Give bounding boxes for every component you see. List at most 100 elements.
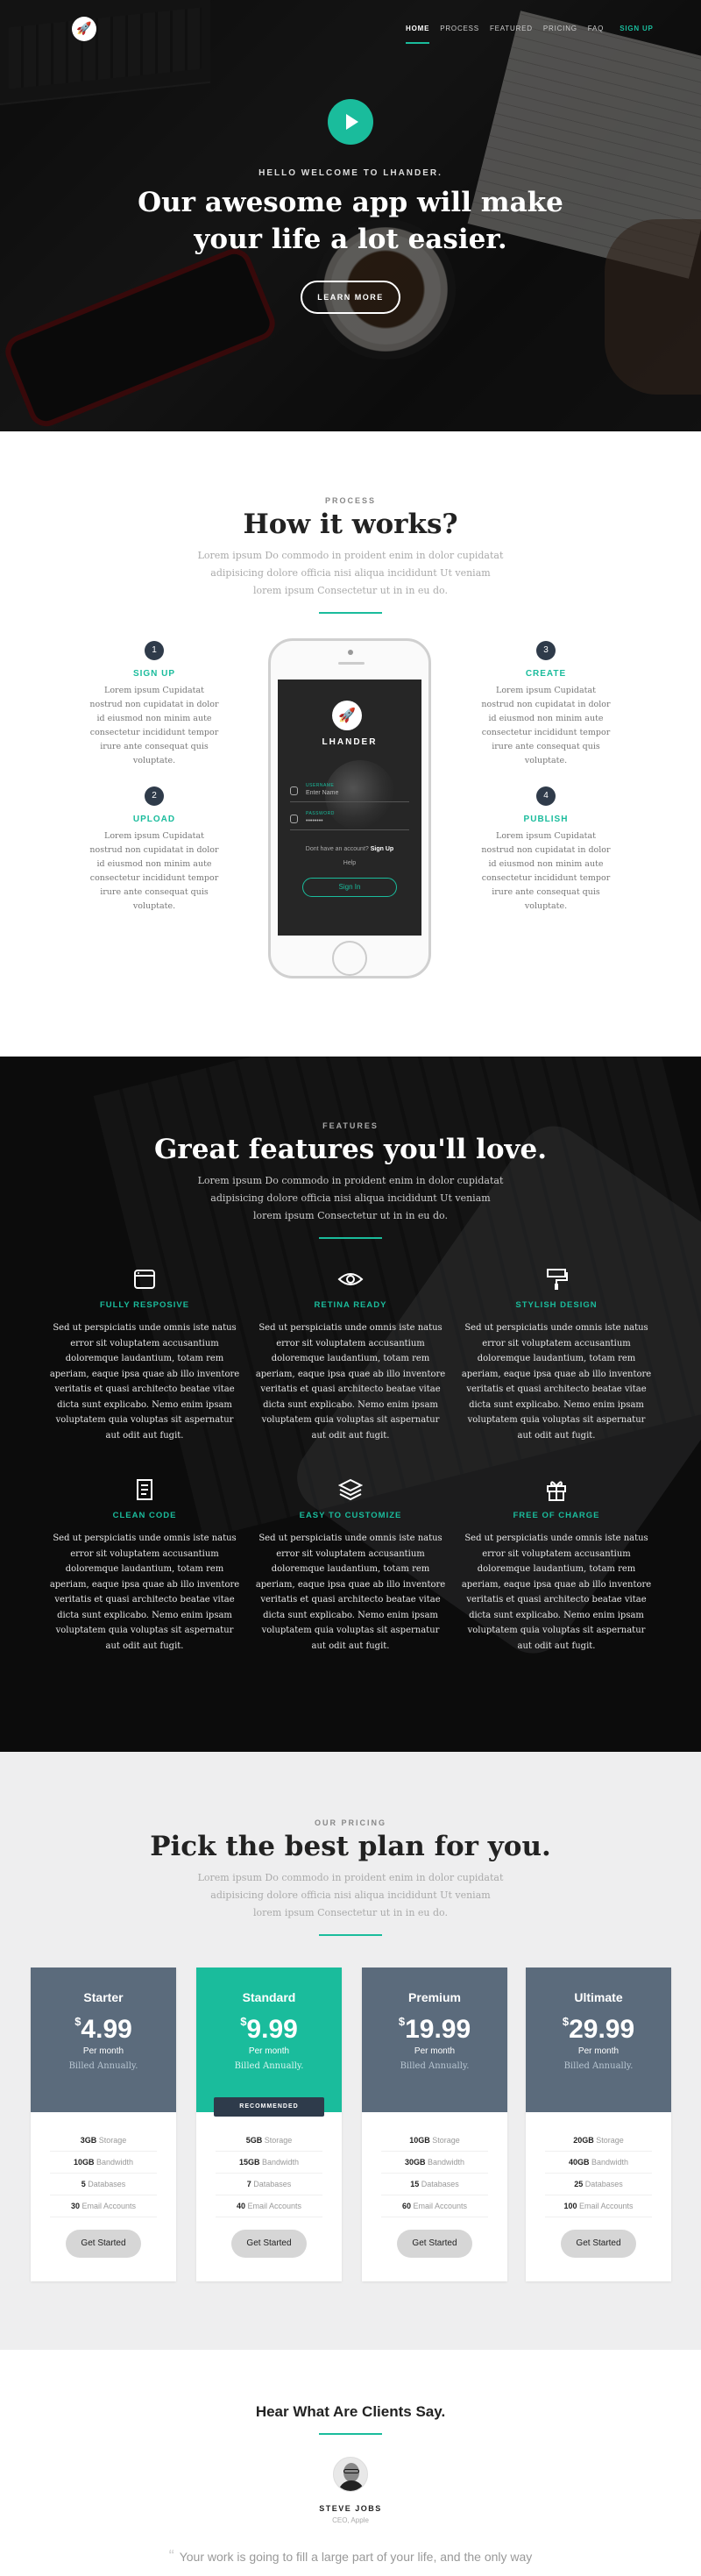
play-icon (346, 114, 358, 130)
feature-label: Storage (596, 2136, 624, 2145)
features-kicker: FEATURES (322, 1121, 379, 1130)
plan-feature: 40GB Bandwidth (545, 2152, 652, 2174)
step-sign-up: 1 SIGN UP Lorem ipsum Cupidatat nostrud … (89, 641, 220, 768)
step-number: 2 (145, 786, 164, 806)
feature-text: Sed ut perspiciatis unde omnis iste natu… (461, 1323, 652, 1441)
step-title: PUBLISH (523, 815, 569, 824)
feature-value: 5 (81, 2180, 86, 2188)
feature-text: Sed ut perspiciatis unde omnis iste natu… (49, 1534, 240, 1651)
nav-item-process[interactable]: PROCESS (440, 25, 479, 32)
plan-card-standard: Standard $9.99 Per month Billed Annually… (196, 1968, 342, 2281)
step-number: 3 (536, 641, 556, 660)
hero-kicker: HELLO WELCOME TO LHANDER. (258, 168, 443, 178)
password-field[interactable]: PASSWORD •••••••• (290, 809, 409, 830)
feature-free-of-charge: FREE OF CHARGE Sed ut perspiciatis unde … (460, 1477, 653, 1654)
quote-text: Your work is going to fill a large part … (179, 2550, 533, 2564)
feature-retina-ready: RETINA READY Sed ut perspiciatis unde om… (254, 1267, 447, 1443)
plan-billing: Billed Annually. (68, 2061, 138, 2071)
feature-label: Databases (253, 2180, 292, 2188)
pricing-subtitle: Lorem ipsum Do commodo in proident enim … (197, 1872, 504, 1918)
plan-period: Per month (414, 2046, 456, 2056)
step-create: 3 CREATE Lorem ipsum Cupidatat nostrud n… (480, 641, 612, 768)
signin-button[interactable]: Sign In (302, 878, 397, 897)
step-number: 1 (145, 641, 164, 660)
layers-icon (254, 1477, 447, 1504)
plan-name: Standard (242, 1990, 296, 2004)
plan-period: Per month (577, 2046, 620, 2056)
plan-card-ultimate: Ultimate $29.99 Per month Billed Annuall… (526, 1968, 671, 2281)
feature-value: 30GB (404, 2158, 426, 2167)
rocket-logo-icon[interactable]: 🚀 (72, 17, 96, 41)
plan-feature: 60 Email Accounts (381, 2195, 488, 2217)
username-label: USERNAME (306, 783, 335, 788)
feature-value: 25 (574, 2180, 584, 2188)
feature-title: FULLY RESPOSIVE (99, 1300, 190, 1310)
feature-label: Bandwidth (428, 2158, 465, 2167)
plan-price: $19.99 (362, 2015, 507, 2045)
feature-title: EASY TO CUSTOMIZE (299, 1511, 402, 1520)
plan-name: Starter (83, 1990, 124, 2004)
feature-label: Email Accounts (81, 2202, 137, 2210)
step-title: CREATE (525, 669, 567, 679)
feature-label: Databases (421, 2180, 459, 2188)
plan-price: $4.99 (31, 2015, 176, 2045)
plan-feature: 10GB Storage (381, 2130, 488, 2152)
pricing-section: OUR PRICING Pick the best plan for you. … (0, 1752, 701, 2350)
username-field[interactable]: USERNAME Enter Name (290, 781, 409, 802)
nav-item-featured[interactable]: FEATURED (490, 25, 533, 32)
phone-speaker (338, 662, 365, 665)
document-icon (48, 1477, 241, 1504)
help-link[interactable]: Help (278, 860, 421, 866)
phone-home-button (332, 941, 367, 976)
nav-item-home[interactable]: HOME (406, 25, 430, 44)
plan-amount: 9.99 (246, 2015, 298, 2044)
feature-value: 40GB (568, 2158, 590, 2167)
feature-stylish-design: STYLISH DESIGN Sed ut perspiciatis unde … (460, 1267, 653, 1443)
get-started-button[interactable]: Get Started (66, 2230, 141, 2258)
feature-text: Sed ut perspiciatis unde omnis iste natu… (255, 1534, 446, 1651)
quote-mark-icon: “ (168, 2547, 174, 2565)
feature-label: Email Accounts (413, 2202, 468, 2210)
feature-value: 40 (236, 2202, 245, 2210)
feature-clean-code: CLEAN CODE Sed ut perspiciatis unde omni… (48, 1477, 241, 1654)
feature-label: Bandwidth (591, 2158, 629, 2167)
learn-more-button[interactable]: LEARN MORE (301, 281, 400, 314)
pricing-title: Pick the best plan for you. (150, 1831, 551, 1862)
lock-icon (290, 815, 298, 823)
feature-value: 5GB (245, 2136, 263, 2145)
screen-signup-link[interactable]: Sign Up (371, 846, 393, 852)
process-kicker: PROCESS (324, 496, 376, 505)
plan-feature: 20GB Storage (545, 2130, 652, 2152)
plan-billing: Billed Annually. (563, 2061, 634, 2071)
feature-fully-responsive: FULLY RESPOSIVE Sed ut perspiciatis unde… (48, 1267, 241, 1443)
feature-title: RETINA READY (314, 1300, 387, 1310)
feature-label: Storage (432, 2136, 460, 2145)
no-account-text: Dont have an account? Sign Up (278, 846, 421, 852)
step-publish: 4 PUBLISH Lorem ipsum Cupidatat nostrud … (480, 786, 612, 914)
eye-icon (254, 1267, 447, 1293)
feature-label: Bandwidth (262, 2158, 300, 2167)
feature-title: CLEAN CODE (112, 1511, 177, 1520)
avatar-glasses (343, 2469, 359, 2473)
password-label: PASSWORD (306, 811, 335, 816)
nav-item-pricing[interactable]: PRICING (543, 25, 577, 32)
plan-price: $9.99 (196, 2015, 342, 2045)
nav-signup-link[interactable]: SIGN UP (620, 25, 654, 32)
hero-title: Our awesome app will make your life a lo… (138, 187, 563, 255)
play-video-button[interactable] (328, 99, 373, 145)
top-nav: 🚀 HOME PROCESS FEATURED PRICING FAQ SIGN… (0, 0, 701, 58)
feature-title: STYLISH DESIGN (515, 1300, 598, 1310)
step-text: Lorem ipsum Cupidatat nostrud non cupida… (481, 831, 611, 911)
nav-item-faq[interactable]: FAQ (588, 25, 604, 32)
plan-feature: 5GB Storage (216, 2130, 322, 2152)
get-started-button[interactable]: Get Started (397, 2230, 472, 2258)
step-title: UPLOAD (132, 815, 176, 824)
get-started-button[interactable]: Get Started (561, 2230, 636, 2258)
feature-value: 100 (563, 2202, 577, 2210)
browser-window-icon (48, 1267, 241, 1293)
plan-feature: 15GB Bandwidth (216, 2152, 322, 2174)
feature-title: FREE OF CHARGE (513, 1511, 600, 1520)
plan-amount: 19.99 (405, 2015, 471, 2044)
get-started-button[interactable]: Get Started (231, 2230, 307, 2258)
plan-header: Premium $19.99 Per month Billed Annually… (362, 1968, 507, 2112)
